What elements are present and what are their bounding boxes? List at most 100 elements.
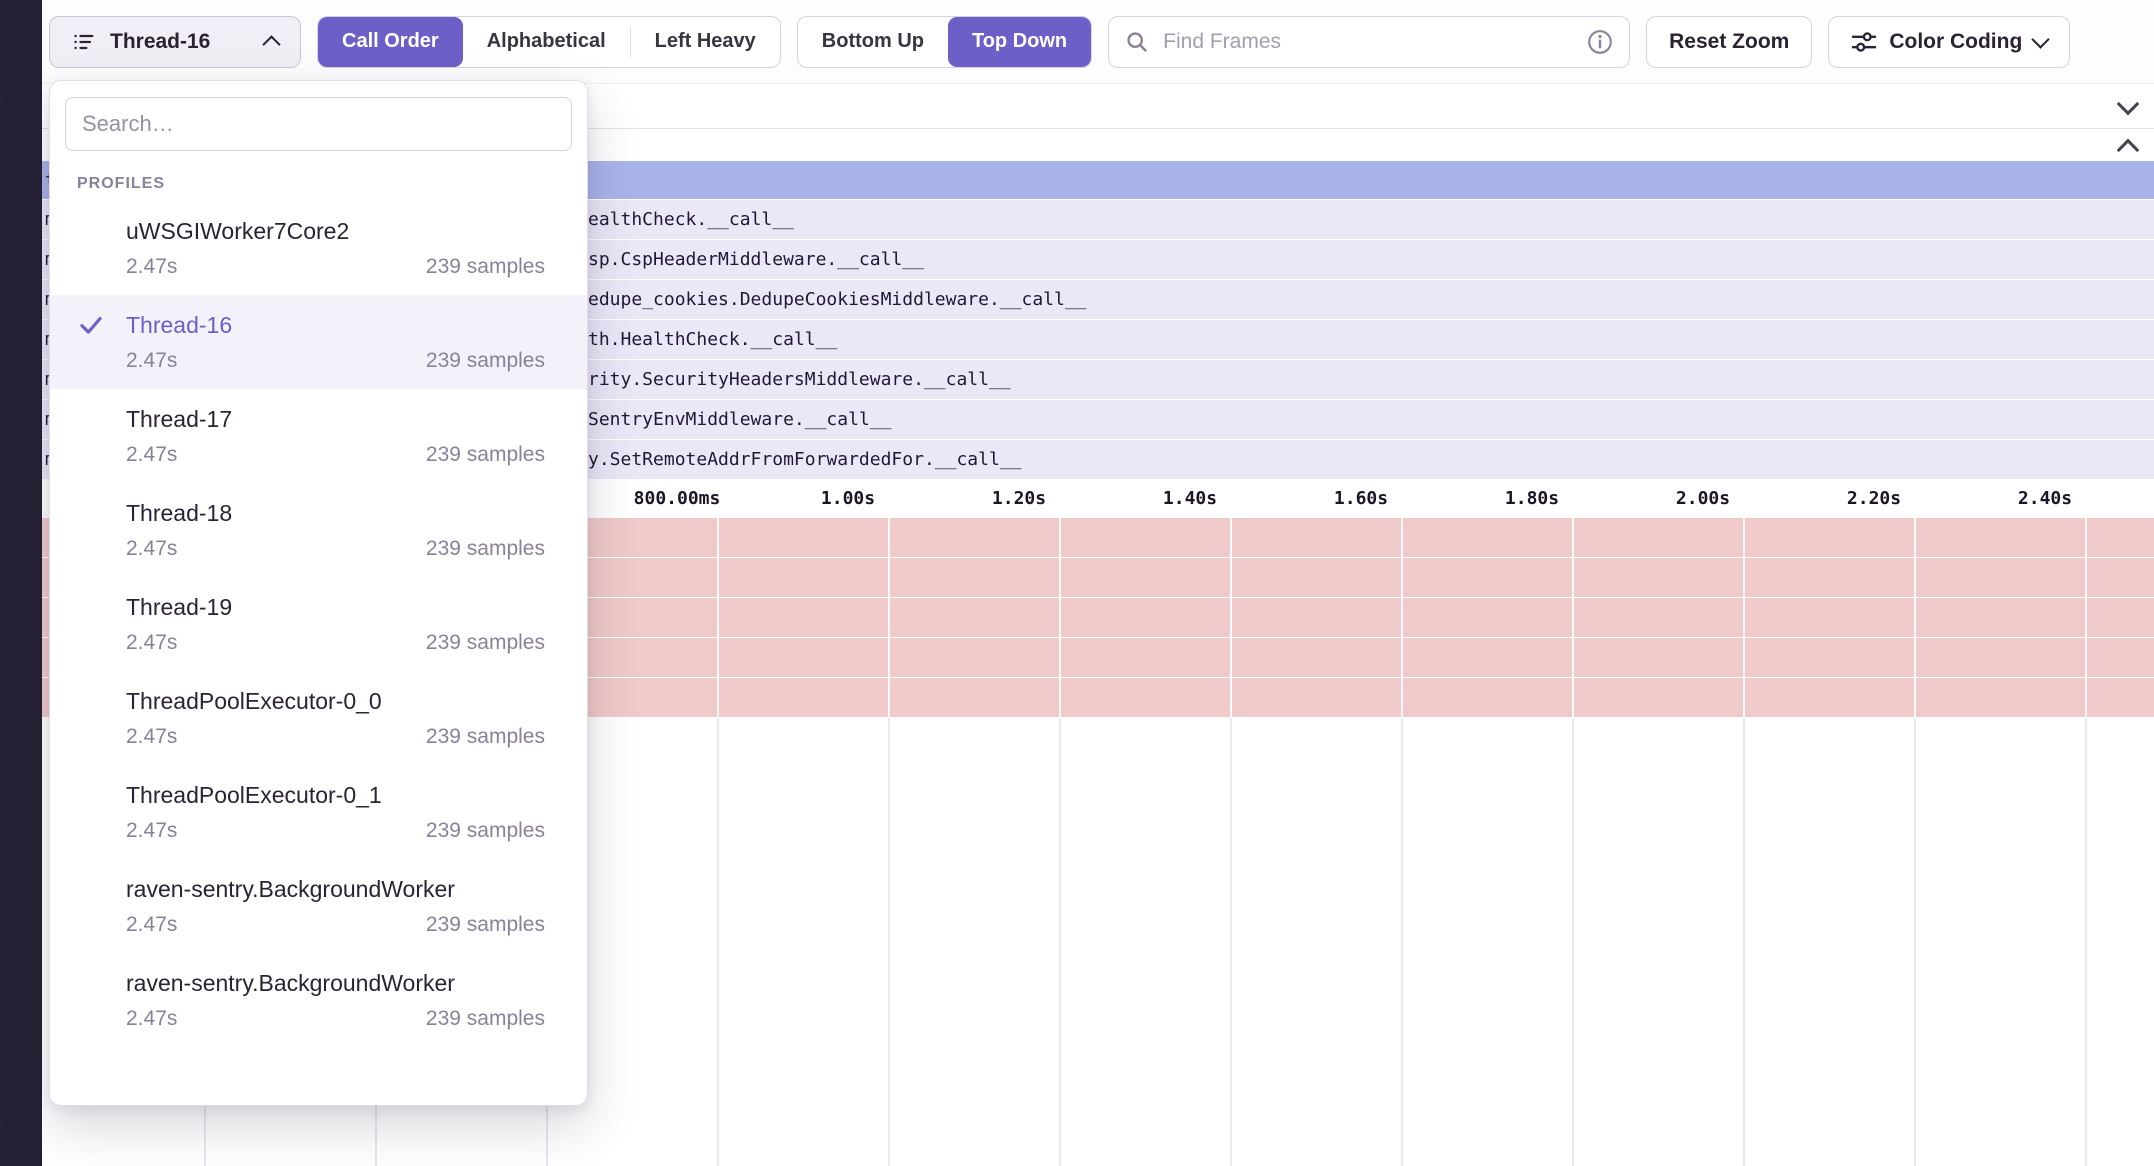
color-coding-label: Color Coding bbox=[1889, 30, 2022, 54]
profile-item-thread-17[interactable]: Thread-17 2.47s 239 samples bbox=[50, 389, 587, 483]
profile-item-uwsgiworker7core2[interactable]: uWSGIWorker7Core2 2.47s 239 samples bbox=[50, 201, 587, 295]
profiler-flamegraph-page: Thread-16 Call OrderAlphabeticalLeft Hea… bbox=[0, 0, 2154, 1166]
profile-item-meta: 2.47s 239 samples bbox=[126, 913, 545, 937]
gridline bbox=[1401, 718, 1403, 1166]
frame-text-fragment: edupe_cookies.DedupeCookiesMiddleware.__… bbox=[588, 280, 1087, 319]
sliders-icon bbox=[1851, 29, 1877, 55]
profile-item-samples: 239 samples bbox=[426, 443, 545, 467]
profile-item-samples: 239 samples bbox=[426, 349, 545, 373]
gridline bbox=[1743, 718, 1745, 1166]
dropdown-search-input[interactable] bbox=[65, 97, 572, 151]
profile-item-name: ThreadPoolExecutor-0_1 bbox=[126, 781, 545, 809]
profile-item-meta: 2.47s 239 samples bbox=[126, 725, 545, 749]
profile-item-name: Thread-19 bbox=[126, 593, 545, 621]
profile-item-samples: 239 samples bbox=[426, 631, 545, 655]
profile-item-meta: 2.47s 239 samples bbox=[126, 255, 545, 279]
sort-segment-call-order[interactable]: Call Order bbox=[318, 17, 463, 67]
profile-item-name: raven-sentry.BackgroundWorker bbox=[126, 969, 545, 997]
axis-tick-label: 1.80s bbox=[1505, 488, 1559, 509]
profile-item-thread-18[interactable]: Thread-18 2.47s 239 samples bbox=[50, 483, 587, 577]
profiles-list: uWSGIWorker7Core22.47s239 samplesThread-… bbox=[50, 201, 587, 1047]
axis-tick-label: 1.40s bbox=[1163, 488, 1217, 509]
profile-item-duration: 2.47s bbox=[126, 255, 177, 279]
profile-item-meta: 2.47s 239 samples bbox=[126, 349, 545, 373]
profile-item-name: Thread-18 bbox=[126, 499, 545, 527]
find-frames-field[interactable] bbox=[1108, 16, 1630, 68]
gridline bbox=[2085, 718, 2087, 1166]
axis-tick-label: 1.60s bbox=[1334, 488, 1388, 509]
profile-item-meta: 2.47s 239 samples bbox=[126, 631, 545, 655]
gridline bbox=[888, 718, 890, 1166]
gridline bbox=[1230, 718, 1232, 1166]
sort-segment-alphabetical[interactable]: Alphabetical bbox=[463, 17, 630, 67]
checkmark-icon bbox=[78, 312, 104, 343]
gridline bbox=[1572, 718, 1574, 1166]
chevron-down-icon bbox=[2032, 30, 2050, 48]
thread-selector-button[interactable]: Thread-16 bbox=[49, 16, 301, 68]
profile-item-duration: 2.47s bbox=[126, 1007, 177, 1031]
list-icon bbox=[72, 30, 96, 54]
profile-item-duration: 2.47s bbox=[126, 443, 177, 467]
profile-item-duration: 2.47s bbox=[126, 537, 177, 561]
axis-tick-label: 2.20s bbox=[1847, 488, 1901, 509]
direction-segmented-control: Bottom UpTop Down bbox=[797, 16, 1092, 68]
profile-item-duration: 2.47s bbox=[126, 819, 177, 843]
profile-item-name: Thread-17 bbox=[126, 405, 545, 433]
axis-tick-label: 1.00s bbox=[821, 488, 875, 509]
find-frames-input[interactable] bbox=[1161, 29, 1575, 55]
profile-item-samples: 239 samples bbox=[426, 819, 545, 843]
gridline bbox=[1059, 718, 1061, 1166]
thread-selector-label: Thread-16 bbox=[110, 30, 253, 54]
axis-tick-label: 2.40s bbox=[2018, 488, 2072, 509]
direction-segment-bottom-up[interactable]: Bottom Up bbox=[798, 17, 948, 67]
profile-item-samples: 239 samples bbox=[426, 255, 545, 279]
profile-item-duration: 2.47s bbox=[126, 725, 177, 749]
sort-segment-left-heavy[interactable]: Left Heavy bbox=[631, 17, 780, 67]
app-sidebar-strip bbox=[0, 0, 42, 1166]
profile-item-samples: 239 samples bbox=[426, 1007, 545, 1031]
reset-zoom-button[interactable]: Reset Zoom bbox=[1646, 16, 1812, 68]
profile-item-meta: 2.47s 239 samples bbox=[126, 443, 545, 467]
profile-item-samples: 239 samples bbox=[426, 537, 545, 561]
search-icon bbox=[1125, 30, 1149, 54]
profile-item-samples: 239 samples bbox=[426, 913, 545, 937]
profile-item-name: Thread-16 bbox=[126, 311, 545, 339]
frame-text-fragment: SentryEnvMiddleware.__call__ bbox=[588, 400, 891, 439]
profile-item-samples: 239 samples bbox=[426, 725, 545, 749]
gridline bbox=[717, 718, 719, 1166]
profile-item-name: ThreadPoolExecutor-0_0 bbox=[126, 687, 545, 715]
profile-item-threadpoolexecutor-0-1[interactable]: ThreadPoolExecutor-0_1 2.47s 239 samples bbox=[50, 765, 587, 859]
direction-segment-top-down[interactable]: Top Down bbox=[948, 17, 1091, 67]
profile-item-duration: 2.47s bbox=[126, 349, 177, 373]
frame-text-fragment: y.SetRemoteAddrFromForwardedFor.__call__ bbox=[588, 440, 1021, 479]
sort-order-segmented-control: Call OrderAlphabeticalLeft Heavy bbox=[317, 16, 781, 68]
frame-text-fragment: th.HealthCheck.__call__ bbox=[588, 320, 837, 359]
chevron-up-icon bbox=[262, 35, 280, 53]
profile-item-raven-sentry-backgroundworker[interactable]: raven-sentry.BackgroundWorker 2.47s 239 sa… bbox=[50, 859, 587, 953]
profile-item-meta: 2.47s 239 samples bbox=[126, 819, 545, 843]
frame-text-fragment: ealthCheck.__call__ bbox=[588, 200, 794, 239]
profile-item-thread-19[interactable]: Thread-19 2.47s 239 samples bbox=[50, 577, 587, 671]
gridline bbox=[1914, 718, 1916, 1166]
axis-tick-label: 1.20s bbox=[992, 488, 1046, 509]
profiles-section-label: PROFILES bbox=[77, 175, 587, 193]
profile-item-thread-16[interactable]: Thread-16 2.47s 239 samples bbox=[50, 295, 587, 389]
toolbar: Thread-16 Call OrderAlphabeticalLeft Hea… bbox=[42, 0, 2154, 84]
profile-item-raven-sentry-backgroundworker[interactable]: raven-sentry.BackgroundWorker 2.47s 239 sa… bbox=[50, 953, 587, 1047]
axis-tick-label: 2.00s bbox=[1676, 488, 1730, 509]
frame-text-fragment: rity.SecurityHeadersMiddleware.__call__ bbox=[588, 360, 1011, 399]
frame-text-fragment: sp.CspHeaderMiddleware.__call__ bbox=[588, 240, 924, 279]
axis-tick-label: 800.00ms bbox=[634, 488, 721, 509]
profile-item-meta: 2.47s 239 samples bbox=[126, 537, 545, 561]
profile-item-name: uWSGIWorker7Core2 bbox=[126, 217, 545, 245]
info-icon bbox=[1587, 29, 1613, 55]
profile-item-meta: 2.47s 239 samples bbox=[126, 1007, 545, 1031]
color-coding-button[interactable]: Color Coding bbox=[1828, 16, 2070, 68]
profile-item-duration: 2.47s bbox=[126, 631, 177, 655]
thread-dropdown-panel: PROFILES uWSGIWorker7Core2 2.47s 239 sampl… bbox=[49, 80, 588, 1106]
collapse-chevron-up-icon[interactable] bbox=[2120, 137, 2136, 163]
collapse-chevron-down-icon[interactable] bbox=[2120, 96, 2136, 122]
profile-item-duration: 2.47s bbox=[126, 913, 177, 937]
profile-item-threadpoolexecutor-0-0[interactable]: ThreadPoolExecutor-0_0 2.47s 239 samples bbox=[50, 671, 587, 765]
profile-item-name: raven-sentry.BackgroundWorker bbox=[126, 875, 545, 903]
